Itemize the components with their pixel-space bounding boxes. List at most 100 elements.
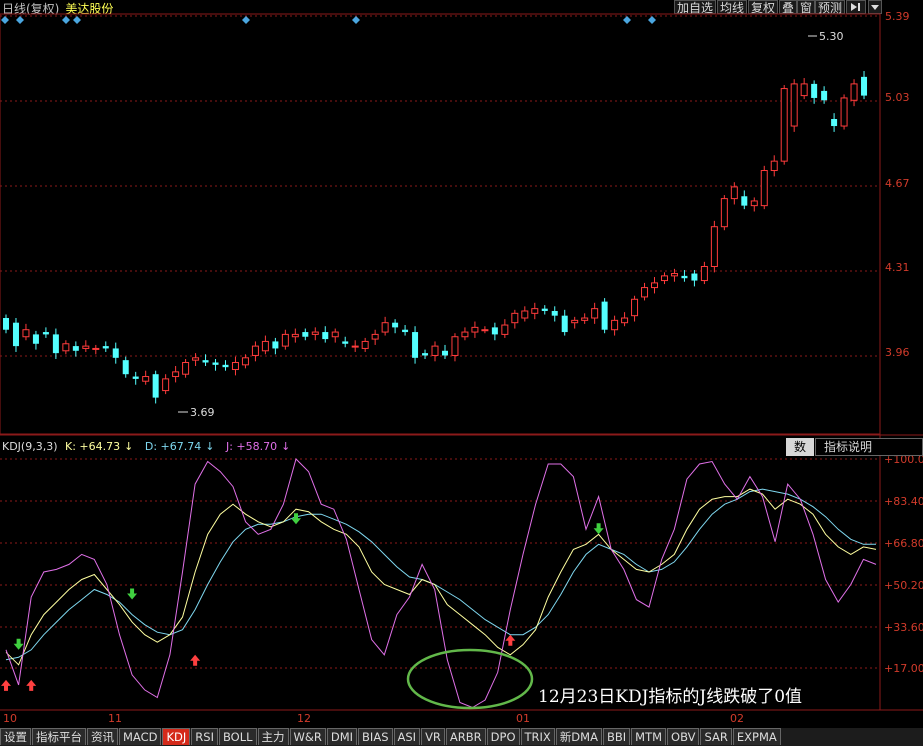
candle-body-down — [831, 119, 838, 127]
tab-asi[interactable]: ASI — [393, 728, 421, 745]
k-text: K: +64.73 — [65, 440, 121, 453]
sell-arrow-icon — [13, 638, 24, 650]
candle-body-up — [730, 186, 738, 200]
j-text: J: +58.70 — [225, 440, 278, 453]
candle-body-down — [112, 348, 119, 358]
kdj-legend: KDJ(9,3,3) K: +64.73 ↓ D: +67.74 ↓ J: +58.… — [2, 440, 298, 453]
x-axis-label: 10 — [3, 712, 17, 725]
tab-bbi[interactable]: BBI — [602, 728, 631, 745]
candle-body-up — [511, 312, 519, 324]
candle-body-up — [142, 376, 150, 382]
tab--[interactable]: 资讯 — [87, 728, 118, 745]
price-and-kdj-chart: 5.39 5.03 4.67 4.31 3.96 5.30 3.69 +100.… — [0, 10, 923, 711]
candle-body-up — [251, 345, 259, 356]
indicator-explain-button[interactable]: 指标说明 — [815, 438, 923, 456]
candle-body-down — [222, 364, 229, 368]
event-marker-icon — [242, 16, 250, 24]
low-price-label: 3.69 — [190, 406, 215, 419]
candle-body-down — [811, 83, 818, 98]
kdj-axis-label: +50.20 — [884, 579, 923, 592]
candle-body-up — [241, 357, 249, 366]
candle-body-up — [720, 198, 728, 228]
tab--[interactable]: 主力 — [257, 728, 289, 745]
candle-body-up — [700, 266, 708, 282]
candle-body-up — [651, 282, 659, 289]
candle-body-up — [172, 371, 180, 378]
candle-body-down — [272, 341, 279, 349]
candle-body-up — [481, 329, 489, 332]
x-axis-label: 11 — [108, 712, 122, 725]
candle-body-up — [631, 298, 639, 317]
candle-body-down — [42, 332, 49, 335]
candle-body-up — [760, 170, 768, 207]
sell-arrow-icon — [127, 588, 138, 600]
candle-body-up — [800, 83, 808, 97]
arrow-down-icon: ↓ — [124, 440, 134, 453]
kdj-axis-label: +83.40 — [884, 495, 923, 508]
candle-body-up — [770, 160, 778, 172]
kdj-d-value: D: +67.74 ↓ — [145, 440, 219, 453]
event-marker-icon — [1, 16, 9, 24]
tab-vr[interactable]: VR — [421, 728, 445, 745]
candle-body-down — [212, 362, 219, 365]
tab-expma[interactable]: EXPMA — [732, 728, 781, 745]
candle-body-up — [361, 340, 369, 349]
candle-body-down — [12, 322, 19, 347]
d-text: D: +67.74 — [144, 440, 202, 453]
tab-dpo[interactable]: DPO — [486, 728, 520, 745]
candle-body-up — [291, 333, 299, 338]
candle-body-up — [351, 345, 359, 348]
x-axis-label: 01 — [516, 712, 530, 725]
buy-arrow-icon — [1, 679, 11, 691]
buy-arrow-icon — [26, 679, 37, 691]
candle-body-up — [431, 345, 439, 356]
tab--dma[interactable]: 新DMA — [555, 728, 602, 745]
candle-body-down — [441, 350, 448, 356]
tab-boll[interactable]: BOLL — [218, 728, 257, 745]
tab-obv[interactable]: OBV — [667, 728, 700, 745]
tab-mtm[interactable]: MTM — [631, 728, 667, 745]
tab-bias[interactable]: BIAS — [358, 728, 393, 745]
candle-body-up — [82, 345, 90, 349]
candle-body-up — [192, 357, 200, 361]
tab-kdj[interactable]: KDJ — [162, 728, 191, 745]
candle-body-down — [72, 346, 79, 351]
candle-body-down — [422, 353, 429, 356]
candle-body-up — [311, 331, 319, 335]
candle-body-up — [162, 378, 170, 392]
kdj-j-line — [5, 458, 877, 709]
candle-body-down — [3, 318, 9, 330]
candle-body-up — [471, 326, 479, 333]
candle-body-down — [202, 360, 209, 363]
indicator-tabs: 设置 指标平台 资讯 MACD KDJ RSI BOLL 主力 W&R DMI BIAS ASI VR A… — [0, 728, 923, 746]
data-button[interactable]: 数 — [786, 438, 814, 456]
tab--[interactable]: 设置 — [0, 728, 31, 745]
candle-body-up — [451, 336, 459, 356]
candle-body-down — [32, 334, 39, 344]
candle-body-up — [501, 324, 509, 335]
tab-rsi[interactable]: RSI — [191, 728, 218, 745]
annotation-text: 12月23日KDJ指标的J线跌破了0值 — [538, 687, 803, 707]
tab-trix[interactable]: TRIX — [520, 728, 555, 745]
candle-body-down — [821, 90, 828, 101]
candle-body-up — [641, 287, 649, 298]
candle-body-up — [840, 97, 848, 127]
tab-macd[interactable]: MACD — [119, 728, 162, 745]
candle-body-up — [231, 361, 239, 371]
price-axis-label: 5.03 — [885, 91, 910, 104]
candle-body-down — [122, 360, 129, 375]
candle-body-down — [342, 341, 349, 344]
candle-body-down — [402, 329, 409, 333]
tab-arbr[interactable]: ARBR — [445, 728, 486, 745]
candle-body-up — [621, 317, 629, 324]
candle-body-up — [381, 322, 389, 333]
candle-body-down — [551, 310, 558, 316]
buy-arrow-icon — [505, 634, 516, 646]
tab-w-r[interactable]: W&R — [289, 728, 326, 745]
price-axis-label: 5.39 — [885, 10, 910, 23]
tab-dmi[interactable]: DMI — [326, 728, 358, 745]
candle-body-down — [102, 346, 109, 349]
candle-body-down — [681, 275, 688, 279]
tab--[interactable]: 指标平台 — [32, 728, 86, 745]
tab-sar[interactable]: SAR — [700, 728, 732, 745]
